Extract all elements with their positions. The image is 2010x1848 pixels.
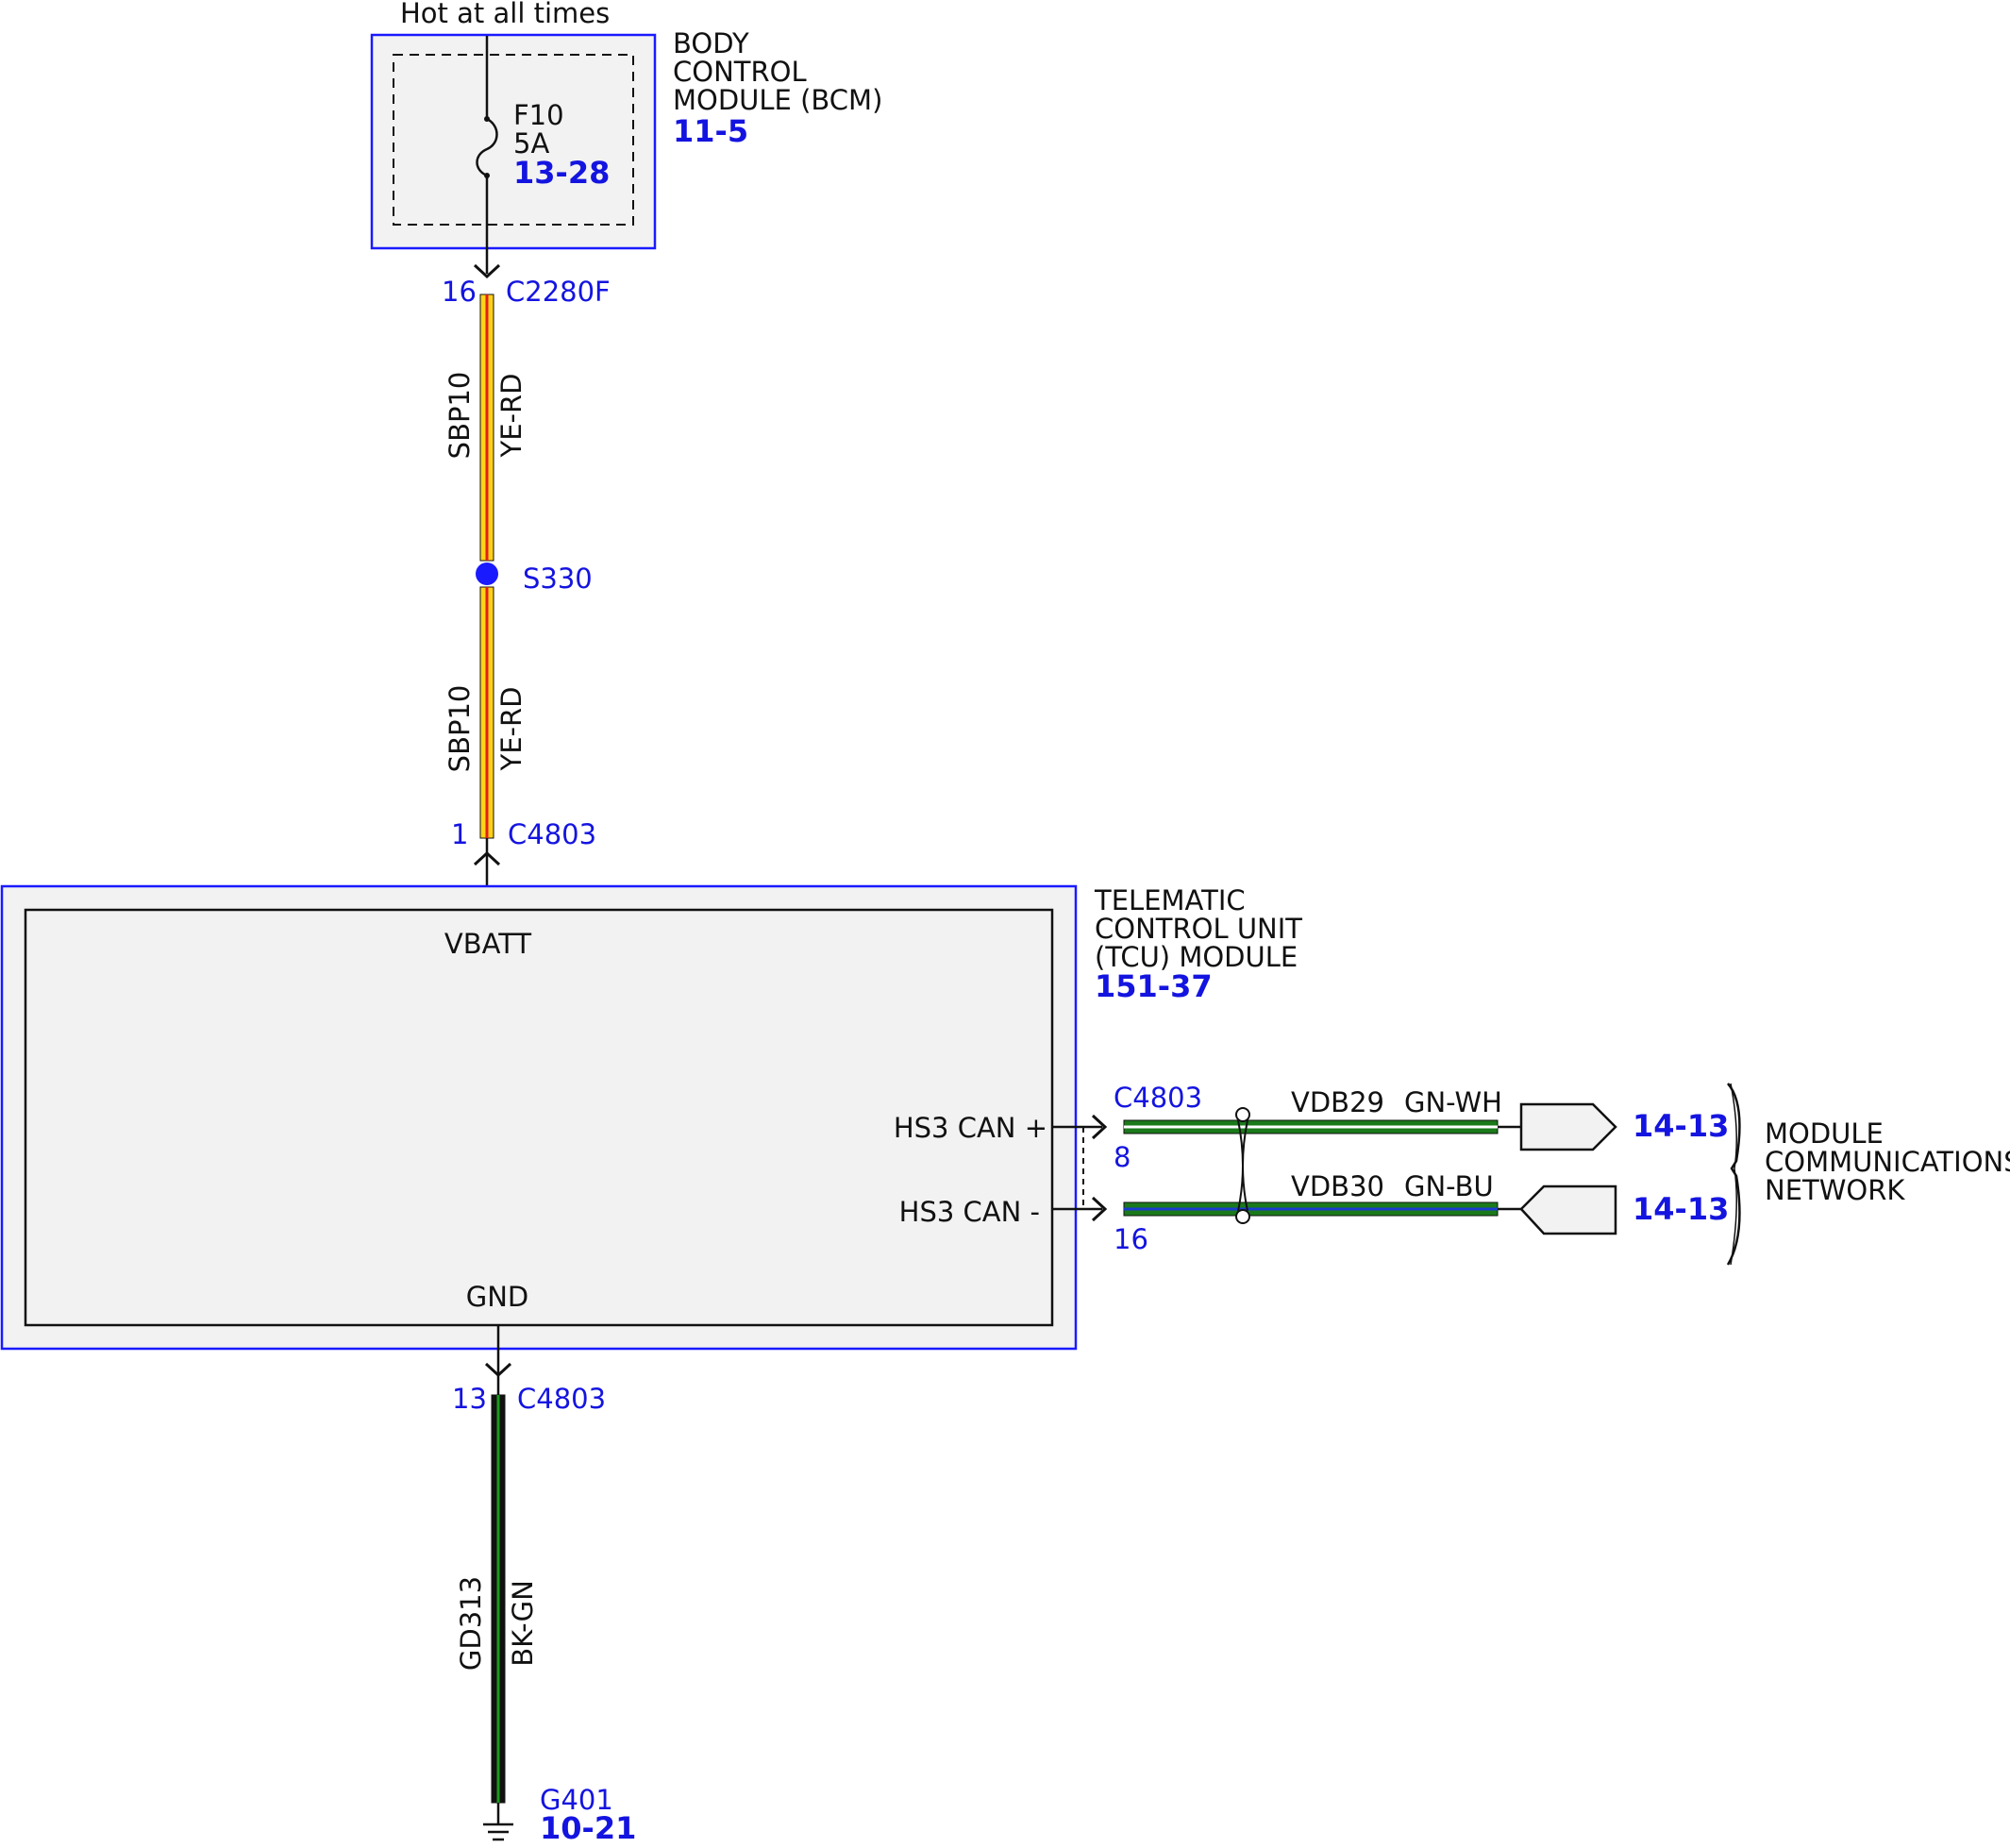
tcu-pin-can-plus: HS3 CAN +	[894, 1112, 1047, 1144]
connector-c4803-power-id: C4803	[508, 818, 596, 850]
wire-gd313-circuit: GD313	[455, 1576, 487, 1671]
bcm-name-line-3: MODULE (BCM)	[673, 84, 882, 116]
wire-vdb29	[1123, 1119, 1499, 1134]
connector-c4803-can-pin-plus: 8	[1114, 1141, 1131, 1173]
bcm-name-line-1: BODY	[673, 27, 749, 59]
connector-c4803-can-id: C4803	[1114, 1082, 1202, 1114]
wire-sbp10-upper	[479, 294, 494, 562]
wire-sbp10-lower-color: YE-RD	[495, 687, 528, 772]
ground-symbol	[483, 1803, 513, 1841]
wire-sbp10-lower-circuit: SBP10	[444, 685, 476, 773]
connector-c2280f-pin: 16	[442, 276, 477, 308]
connector-c4803-can-pin-minus: 16	[1114, 1223, 1148, 1255]
wire-gd313	[491, 1394, 506, 1804]
connector-c4803-power-pin: 1	[451, 818, 468, 850]
network-name-line-1: MODULE	[1765, 1117, 1884, 1150]
wiring-diagram-canvas: Hot at all times BODY CONTROL MODULE (BC…	[0, 0, 2010, 1846]
wire-vdb29-page-ref[interactable]: 14-13	[1633, 1108, 1729, 1144]
splice-s330[interactable]	[476, 563, 498, 585]
tcu-page-ref[interactable]: 151-37	[1095, 968, 1213, 1004]
power-source-label: Hot at all times	[400, 0, 610, 29]
wire-vdb30-color: GN-BU	[1404, 1170, 1494, 1202]
tcu-name-line-1: TELEMATIC	[1094, 884, 1246, 916]
connector-c2280f-id: C2280F	[506, 276, 611, 308]
network-name-line-3: NETWORK	[1765, 1174, 1905, 1206]
wire-vdb29-circuit: VDB29	[1291, 1086, 1384, 1118]
fuse-page-ref[interactable]: 13-28	[513, 155, 610, 191]
wire-vdb30-circuit: VDB30	[1291, 1170, 1384, 1202]
wire-sbp10-upper-circuit: SBP10	[444, 372, 476, 460]
tcu-pin-can-minus: HS3 CAN -	[899, 1196, 1040, 1228]
tcu-pin-gnd: GND	[466, 1281, 529, 1313]
bcm-page-ref[interactable]: 11-5	[673, 113, 748, 149]
wire-vdb29-color: GN-WH	[1404, 1086, 1502, 1118]
network-brace	[1726, 1083, 1741, 1266]
tcu-name-line-2: CONTROL UNIT	[1095, 913, 1302, 945]
ground-g401-page-ref[interactable]: 10-21	[540, 1810, 636, 1846]
wire-vdb30-page-ref[interactable]: 14-13	[1633, 1191, 1729, 1227]
offpage-connector-vdb29[interactable]	[1519, 1102, 1617, 1151]
wire-vdb30	[1123, 1201, 1499, 1217]
offpage-connector-vdb30[interactable]	[1519, 1184, 1617, 1235]
fuse-name: F10	[513, 99, 564, 131]
connector-c4803-gnd-id: C4803	[517, 1383, 606, 1415]
bcm-name-line-2: CONTROL	[673, 56, 807, 88]
splice-s330-id: S330	[523, 563, 593, 595]
wiring-diagram: Hot at all times BODY CONTROL MODULE (BC…	[0, 0, 2010, 1846]
network-name-line-2: COMMUNICATIONS	[1765, 1146, 2010, 1178]
wire-gd313-color: BK-GN	[507, 1580, 539, 1667]
connector-c4803-gnd-pin: 13	[452, 1383, 487, 1415]
wire-sbp10-lower	[479, 586, 494, 839]
fuse-terminal-top	[484, 116, 490, 122]
wire-sbp10-upper-color: YE-RD	[495, 374, 528, 459]
tcu-pin-vbatt: VBATT	[444, 928, 532, 960]
network-brace-inner	[1730, 1083, 1737, 1266]
